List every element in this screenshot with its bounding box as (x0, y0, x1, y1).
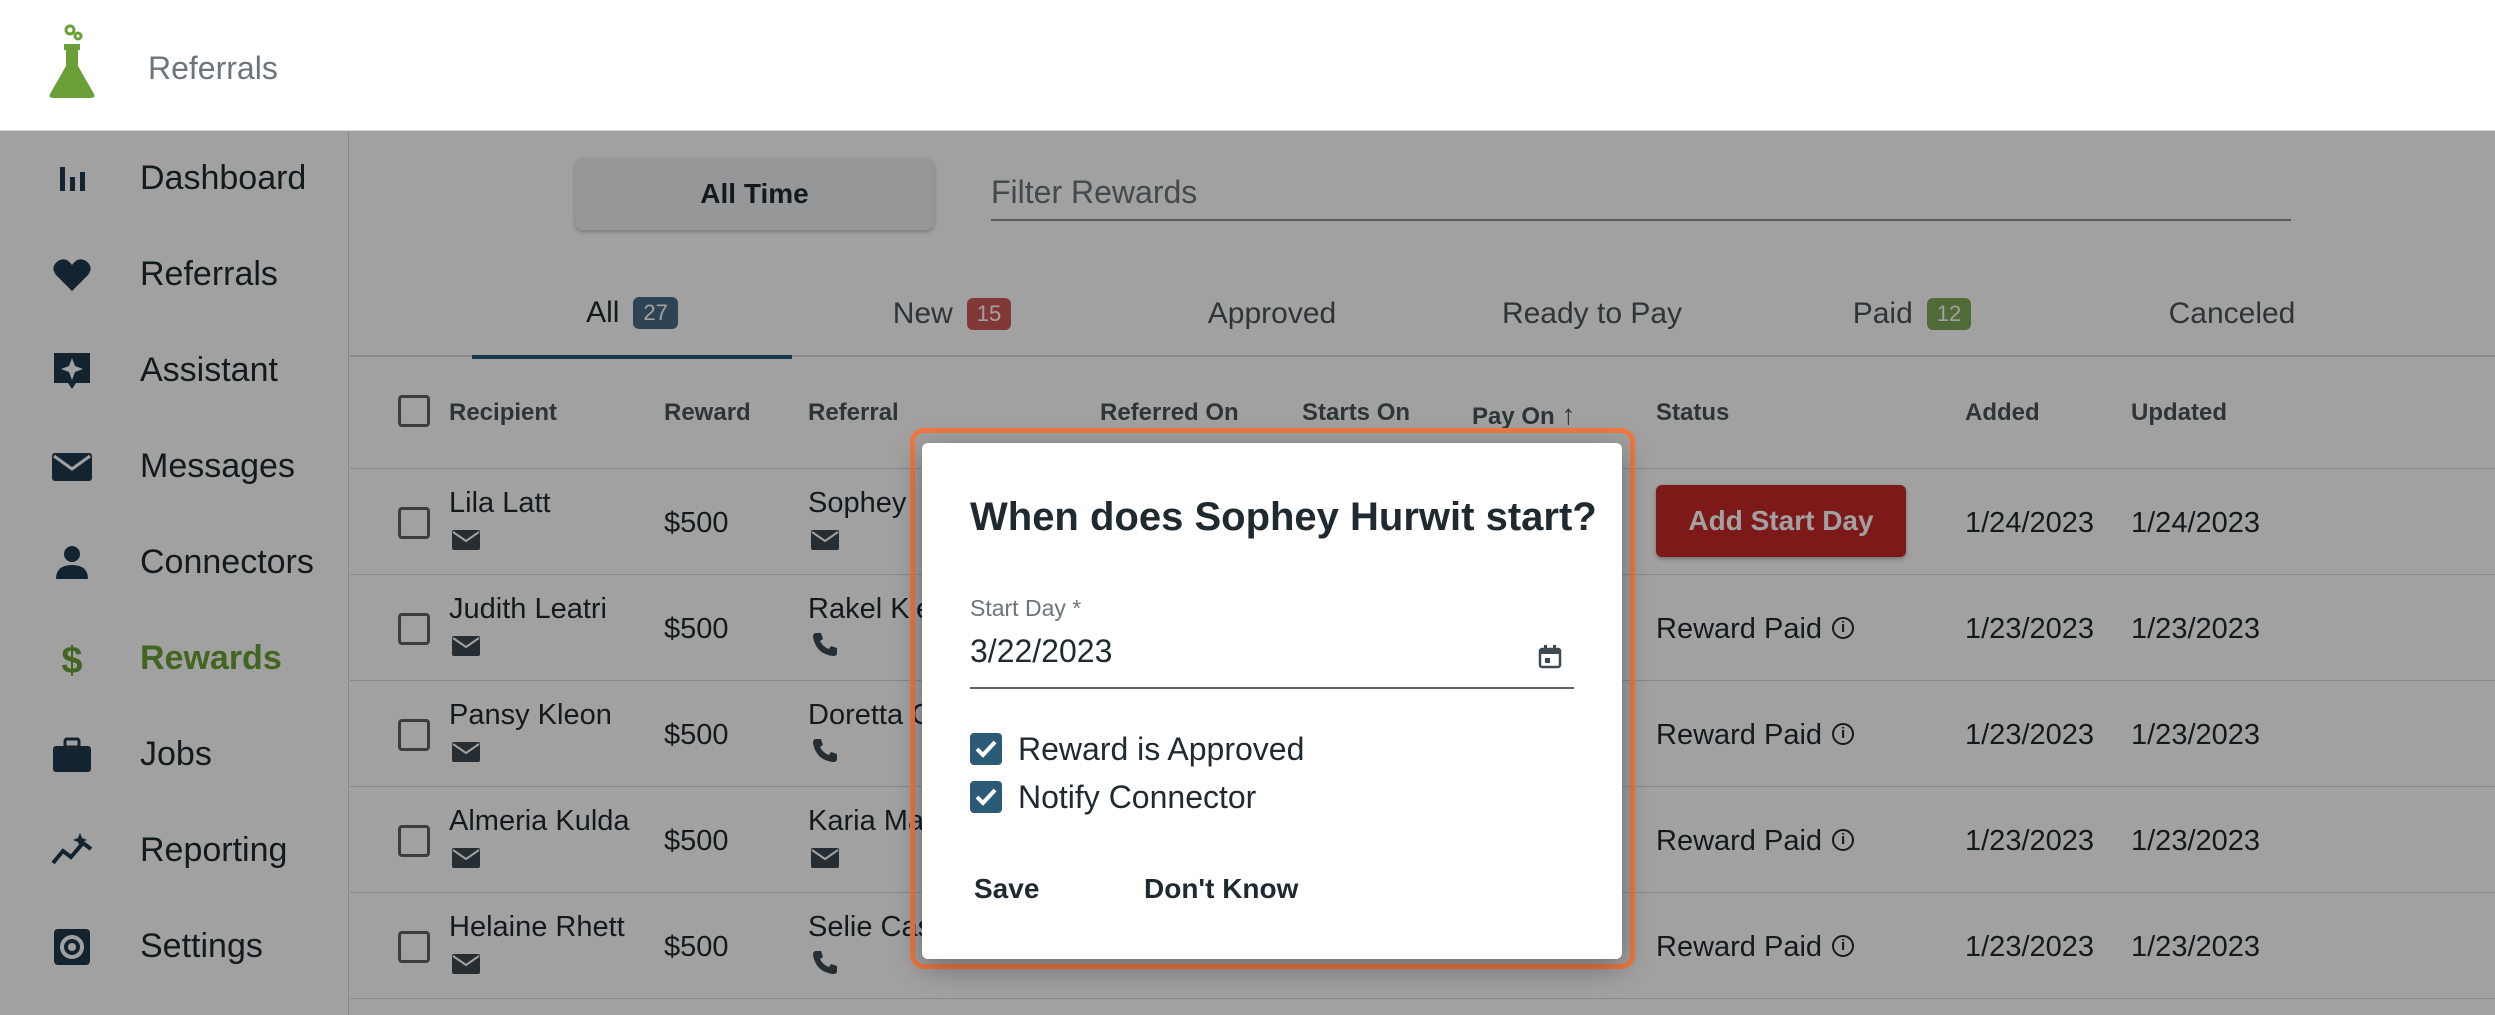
start-day-dialog: When does Sophey Hurwit start? Start Day… (922, 443, 1622, 959)
start-day-input[interactable]: 3/22/2023 (970, 633, 1574, 689)
save-button[interactable]: Save (956, 861, 1057, 917)
checkbox-label: Notify Connector (1018, 779, 1257, 815)
checkbox-checked (970, 781, 1002, 813)
checkmark-icon (975, 740, 997, 758)
dont-know-button[interactable]: Don't Know (1126, 861, 1316, 917)
notify-connector-checkbox[interactable]: Notify Connector (970, 779, 1370, 815)
start-day-label: Start Day * (970, 595, 1082, 621)
checkbox-checked (970, 733, 1002, 765)
checkmark-icon (975, 788, 997, 806)
reward-approved-checkbox[interactable]: Reward is Approved (970, 731, 1370, 767)
start-day-value: 3/22/2023 (970, 633, 1113, 669)
app-title: Referrals (148, 50, 278, 86)
top-bar: Referrals (0, 0, 2495, 131)
flask-logo-icon[interactable] (44, 24, 100, 100)
checkbox-label: Reward is Approved (1018, 731, 1305, 767)
calendar-icon[interactable] (1536, 643, 1564, 671)
dialog-title: When does Sophey Hurwit start? (970, 495, 1597, 539)
